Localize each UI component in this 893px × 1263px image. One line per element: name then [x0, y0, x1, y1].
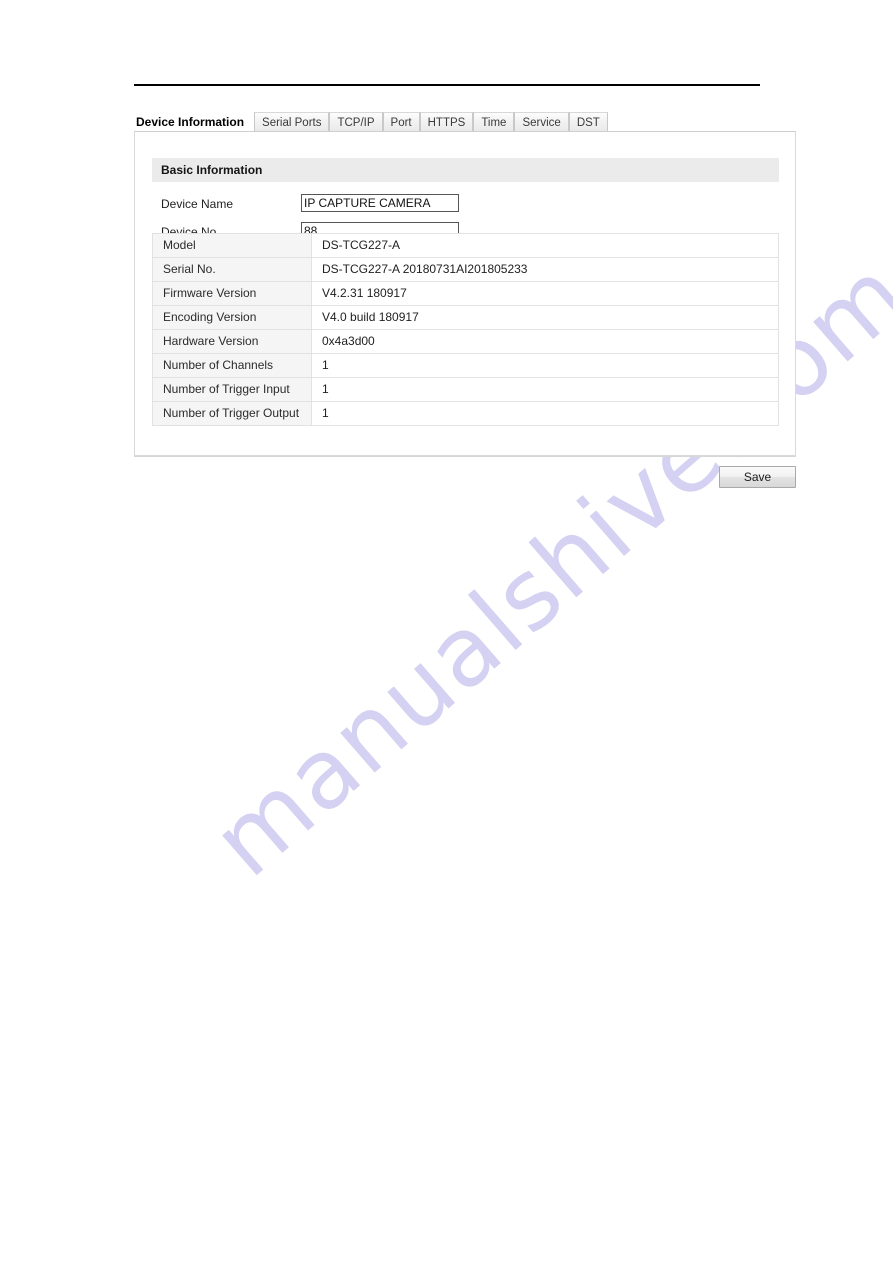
device-name-input[interactable]: [301, 194, 459, 212]
row-label-serial-no: Serial No.: [152, 257, 312, 282]
table-row: Encoding Version V4.0 build 180917: [152, 305, 779, 330]
row-value-encoding-version: V4.0 build 180917: [311, 305, 779, 330]
device-information-panel: Basic Information Device Name Device No.…: [134, 131, 796, 456]
row-label-encoding-version: Encoding Version: [152, 305, 312, 330]
row-label-firmware-version: Firmware Version: [152, 281, 312, 306]
save-button[interactable]: Save: [719, 466, 796, 488]
basic-information-header: Basic Information: [152, 158, 779, 182]
tab-tcp-ip[interactable]: TCP/IP: [329, 112, 383, 132]
tab-device-information[interactable]: Device Information: [134, 112, 255, 132]
row-value-number-of-trigger-output: 1: [311, 401, 779, 426]
table-row: Model DS-TCG227-A: [152, 233, 779, 258]
row-value-number-of-trigger-input: 1: [311, 377, 779, 402]
tab-serial-ports[interactable]: Serial Ports: [254, 112, 330, 132]
table-row: Firmware Version V4.2.31 180917: [152, 281, 779, 306]
row-value-firmware-version: V4.2.31 180917: [311, 281, 779, 306]
tab-time[interactable]: Time: [473, 112, 515, 132]
tab-service[interactable]: Service: [514, 112, 569, 132]
row-value-hardware-version: 0x4a3d00: [311, 329, 779, 354]
row-label-number-of-trigger-input: Number of Trigger Input: [152, 377, 312, 402]
footer-divider: [134, 456, 796, 457]
row-label-number-of-trigger-output: Number of Trigger Output: [152, 401, 312, 426]
row-value-number-of-channels: 1: [311, 353, 779, 378]
tab-https[interactable]: HTTPS: [419, 112, 474, 132]
row-value-model: DS-TCG227-A: [311, 233, 779, 258]
row-label-hardware-version: Hardware Version: [152, 329, 312, 354]
device-info-table: Model DS-TCG227-A Serial No. DS-TCG227-A…: [152, 233, 779, 426]
table-row: Number of Channels 1: [152, 353, 779, 378]
row-label-number-of-channels: Number of Channels: [152, 353, 312, 378]
table-row: Serial No. DS-TCG227-A 20180731AI2018052…: [152, 257, 779, 282]
tab-dst[interactable]: DST: [568, 112, 608, 132]
table-row: Number of Trigger Input 1: [152, 377, 779, 402]
header-divider: [134, 84, 760, 86]
row-label-model: Model: [152, 233, 312, 258]
row-value-serial-no: DS-TCG227-A 20180731AI201805233: [311, 257, 779, 282]
watermark-text: manualshive.com: [191, 237, 893, 899]
tab-port[interactable]: Port: [382, 112, 420, 132]
device-name-label: Device Name: [161, 197, 234, 211]
table-row: Hardware Version 0x4a3d00: [152, 329, 779, 354]
table-row: Number of Trigger Output 1: [152, 401, 779, 426]
settings-tab-bar: Device Information Serial Ports TCP/IP P…: [134, 110, 796, 132]
